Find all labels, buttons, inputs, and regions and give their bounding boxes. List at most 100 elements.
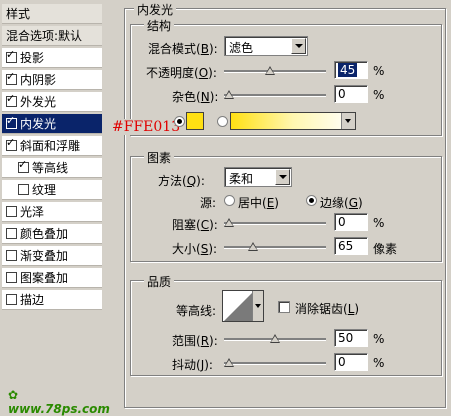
antialias-label[interactable]: 消除锯齿(L)	[295, 300, 359, 317]
style-item-checkbox[interactable]	[6, 70, 17, 85]
style-item-checkbox[interactable]	[6, 136, 17, 151]
size-slider-thumb[interactable]	[247, 242, 258, 251]
contour-preview-icon	[224, 291, 254, 321]
jitter-input[interactable]: 0	[334, 353, 368, 371]
style-item-label: 光泽	[20, 205, 45, 219]
structure-title: 结构	[144, 17, 175, 34]
style-item-label: 斜面和浮雕	[20, 139, 81, 153]
source-edge-radio[interactable]	[306, 195, 317, 206]
source-label: 源:	[200, 196, 217, 210]
contour-picker[interactable]	[222, 290, 264, 322]
opacity-label: 不透明度(O):	[146, 66, 217, 80]
style-item-checkbox[interactable]	[18, 184, 29, 195]
style-item-checkbox[interactable]	[6, 272, 17, 283]
blend-mode-select[interactable]: 滤色	[224, 36, 308, 56]
opacity-slider-thumb[interactable]	[265, 66, 276, 75]
style-item-label: 图案叠加	[20, 271, 69, 285]
range-slider-thumb[interactable]	[270, 334, 280, 343]
style-item[interactable]: 等高线	[2, 158, 102, 178]
style-item-label: 等高线	[32, 161, 69, 175]
style-item-checkbox[interactable]	[6, 206, 17, 217]
color-annotation: #FFE013	[112, 119, 181, 135]
jitter-percent: %	[373, 356, 385, 370]
opacity-input[interactable]: 45	[334, 61, 368, 79]
size-label: 大小(S):	[172, 242, 218, 256]
jitter-slider[interactable]	[224, 358, 326, 368]
style-item[interactable]: 纹理	[2, 180, 102, 200]
style-item[interactable]: 光泽	[2, 202, 102, 222]
style-item[interactable]: 描边	[2, 290, 102, 310]
range-label: 范围(R):	[172, 334, 218, 348]
styles-panel: 样式 混合选项:默认 投影内阴影外发光内发光斜面和浮雕等高线纹理光泽颜色叠加渐变…	[0, 0, 110, 416]
style-item-checkbox[interactable]	[6, 294, 17, 305]
range-slider[interactable]	[224, 334, 326, 344]
gradient-preview[interactable]	[230, 112, 356, 130]
choke-slider[interactable]	[224, 218, 326, 228]
styles-header[interactable]: 样式	[2, 4, 102, 24]
chevron-down-icon[interactable]	[291, 38, 306, 54]
jitter-slider-thumb[interactable]	[224, 358, 234, 367]
chevron-down-icon	[345, 119, 351, 123]
style-item[interactable]: 外发光	[2, 92, 102, 112]
range-percent: %	[373, 332, 385, 346]
method-select[interactable]: 柔和	[224, 167, 292, 187]
style-item[interactable]: 渐变叠加	[2, 246, 102, 266]
style-item-label: 颜色叠加	[20, 227, 69, 241]
style-item-label: 内发光	[20, 117, 57, 131]
size-input[interactable]: 65	[334, 237, 368, 255]
source-center-radio[interactable]	[224, 195, 235, 206]
noise-label: 杂色(N):	[172, 90, 219, 104]
watermark: ✿ www.78ps.com	[8, 388, 110, 416]
choke-label: 阻塞(C):	[172, 218, 218, 232]
style-item-checkbox[interactable]	[6, 228, 17, 239]
style-item[interactable]: 投影	[2, 48, 102, 68]
size-unit: 像素	[373, 242, 398, 256]
style-item-checkbox[interactable]	[6, 92, 17, 107]
style-item[interactable]: 颜色叠加	[2, 224, 102, 244]
opacity-slider[interactable]	[224, 66, 326, 76]
panel-title: 内发光	[134, 1, 177, 18]
chevron-down-icon[interactable]	[275, 169, 290, 185]
opacity-percent: %	[373, 64, 385, 78]
style-item[interactable]: 斜面和浮雕	[2, 136, 102, 156]
noise-slider[interactable]	[224, 90, 326, 100]
style-item[interactable]: 内阴影	[2, 70, 102, 90]
style-item-label: 描边	[20, 293, 45, 307]
style-item-label: 渐变叠加	[20, 249, 69, 263]
style-item[interactable]: 图案叠加	[2, 268, 102, 288]
contour-label: 等高线:	[176, 304, 217, 318]
style-item-label: 纹理	[32, 183, 57, 197]
style-item-label: 外发光	[20, 95, 57, 109]
glow-color-swatch[interactable]	[186, 112, 204, 130]
source-center-label[interactable]: 居中(E)	[238, 194, 279, 211]
style-item-label: 投影	[20, 51, 45, 65]
gradient-dropdown[interactable]	[341, 113, 355, 129]
chevron-down-icon	[255, 304, 261, 308]
contour-dropdown[interactable]	[252, 291, 263, 321]
style-item-label: 内阴影	[20, 73, 57, 87]
watermark-icon: ✿	[8, 388, 19, 402]
style-item-checkbox[interactable]	[18, 158, 29, 173]
gradient-radio[interactable]	[217, 116, 228, 127]
source-edge-label[interactable]: 边缘(G)	[320, 194, 363, 211]
jitter-label: 抖动(J):	[172, 358, 213, 372]
elements-title: 图素	[144, 149, 175, 166]
noise-percent: %	[373, 88, 385, 102]
solid-color-radio[interactable]	[174, 116, 185, 127]
style-item-checkbox[interactable]	[6, 114, 17, 129]
antialias-checkbox[interactable]	[278, 301, 290, 313]
size-slider[interactable]	[224, 242, 326, 252]
style-item-checkbox[interactable]	[6, 250, 17, 261]
choke-input[interactable]: 0	[334, 213, 368, 231]
choke-slider-thumb[interactable]	[224, 218, 234, 227]
blend-mode-label: 混合模式(B):	[148, 42, 218, 56]
quality-title: 品质	[144, 273, 175, 290]
choke-percent: %	[373, 216, 385, 230]
range-input[interactable]: 50	[334, 329, 368, 347]
noise-input[interactable]: 0	[334, 85, 368, 103]
style-item-checkbox[interactable]	[6, 48, 17, 63]
method-label: 方法(Q):	[158, 174, 205, 188]
noise-slider-thumb[interactable]	[224, 90, 234, 99]
blending-options-item[interactable]: 混合选项:默认	[2, 26, 102, 46]
style-item[interactable]: 内发光	[2, 114, 102, 134]
